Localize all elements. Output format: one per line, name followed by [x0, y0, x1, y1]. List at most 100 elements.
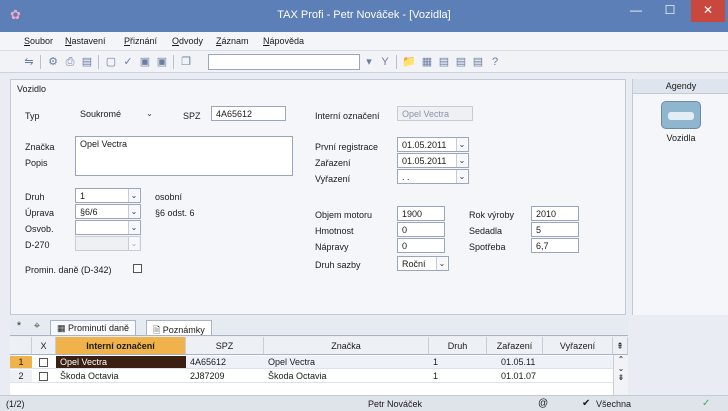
copy-icon[interactable]: ❐ [179, 55, 193, 69]
save-icon[interactable]: ▣ [138, 55, 152, 69]
grid-header-interni[interactable]: Interní označení [56, 337, 186, 355]
row-checkbox-cell[interactable] [32, 370, 56, 383]
tab-prominuti[interactable]: ▦ Prominutí daně [50, 320, 137, 335]
tab-poznamky[interactable]: 🗎 Poznámky [146, 320, 212, 335]
combo-dropdown-icon[interactable]: ▾ [362, 55, 376, 69]
osvob-label: Osvob. [25, 224, 54, 234]
grid-icon[interactable]: ▦ [420, 55, 434, 69]
druh-desc: osobní [155, 192, 183, 202]
agendy-item-vozidla[interactable]: Vozidla [633, 133, 728, 143]
detail-tabs: * ⌖ ▦ Prominutí daně 🗎 Poznámky [10, 318, 628, 336]
d270-select: ⌄ [75, 236, 141, 251]
napravy-input[interactable]: 0 [397, 238, 445, 253]
grid-header-znacka[interactable]: Značka [264, 337, 429, 355]
interni-label: Interní označení [315, 111, 380, 121]
osvob-select[interactable]: ⌄ [75, 220, 141, 235]
maximize-button[interactable]: ☐ [655, 0, 685, 22]
promin-label: Promin. daně (D-342) [25, 265, 112, 275]
grid-rownum-header [10, 337, 32, 355]
menu-zaznam[interactable]: Záznam [216, 36, 249, 46]
sedadla-label: Sedadla [469, 226, 503, 236]
prvni-input[interactable]: 01.05.2011 ⌄ [397, 137, 469, 152]
title-bar: ✿ TAX Profi - Petr Nováček - [Vozidla] —… [0, 0, 728, 32]
save-close-icon[interactable]: ▣ [155, 55, 169, 69]
row-number: 1 [10, 356, 32, 369]
vyrazeni-label: Vyřazení [315, 174, 351, 184]
table-icon[interactable]: ▤ [471, 55, 485, 69]
print-icon[interactable]: ⎙ [63, 55, 77, 69]
table-cell[interactable] [543, 356, 613, 369]
agendy-title: Agendy [633, 79, 728, 94]
print-preview-icon[interactable]: ▤ [80, 55, 94, 69]
grid-scrollbar[interactable]: ⌃ ⌄ ⇟ [613, 355, 628, 395]
filter-icon[interactable]: ⌖ [30, 319, 44, 333]
car-icon[interactable] [661, 101, 701, 129]
table-cell[interactable]: Škoda Octavia [264, 370, 429, 383]
filter-icon[interactable]: Y [378, 55, 392, 69]
grid-header-x[interactable]: X [32, 337, 56, 355]
asterisk-icon[interactable]: * [12, 319, 26, 333]
vyrazeni-input[interactable]: . . ⌄ [397, 169, 469, 184]
grid-header-spz[interactable]: SPZ [186, 337, 264, 355]
prvni-label: První registrace [315, 142, 379, 152]
new-icon[interactable]: ▢ [104, 55, 118, 69]
sedadla-input[interactable]: 5 [531, 222, 579, 237]
status-bar: (1/2) Petr Nováček @ ✔ Všechna ✓ [0, 395, 728, 411]
menu-nastaveni[interactable]: Nastavení [65, 36, 106, 46]
znacka-label: Značka [25, 142, 55, 152]
hmotnost-input[interactable]: 0 [397, 222, 445, 237]
table-cell[interactable]: 1 [429, 370, 487, 383]
record-counter: (1/2) [6, 399, 25, 409]
minimize-button[interactable]: — [621, 0, 651, 22]
grid-header-zarazeni[interactable]: Zařazení [487, 337, 543, 355]
table-cell[interactable]: 01.01.07 [487, 370, 543, 383]
uprava-label: Úprava [25, 208, 55, 218]
list-icon[interactable]: ▤ [454, 55, 468, 69]
help-icon[interactable]: ? [488, 55, 502, 69]
close-button[interactable]: ✕ [691, 0, 725, 22]
menu-odvody[interactable]: Odvody [172, 36, 203, 46]
uprava-select[interactable]: §6/6 ⌄ [75, 204, 141, 219]
grid-header-vyrazeni[interactable]: Vyřazení [543, 337, 613, 355]
menu-priznani[interactable]: Přiznání [124, 36, 157, 46]
checkmark-icon: ✔ [582, 398, 591, 409]
rok-input[interactable]: 2010 [531, 206, 579, 221]
status-filter[interactable]: Všechna [596, 399, 631, 409]
toggle-icon[interactable]: ⇋ [22, 55, 36, 69]
druh-select[interactable]: 1 ⌄ [75, 188, 141, 203]
spotreba-input[interactable]: 6,7 [531, 238, 579, 253]
folder-icon[interactable]: 📁 [402, 55, 416, 69]
row-number: 2 [10, 370, 32, 383]
typ-select[interactable]: Soukromé ⌄ [75, 106, 157, 121]
toolbar: ⇋ ⚙ ⎙ ▤ ▢ ✓ ▣ ▣ ❐ ▾ Y 📁 ▦ ▤ ▤ ▤ ? [0, 51, 728, 73]
table-cell[interactable]: Opel Vectra [56, 356, 186, 369]
menu-soubor[interactable]: Soubor [24, 36, 53, 46]
sazba-label: Druh sazby [315, 260, 361, 270]
vehicle-form: Vozidlo Typ Soukromé ⌄ SPZ 4A65612 Značka… [10, 79, 626, 315]
objem-input[interactable]: 1900 [397, 206, 445, 221]
typ-label: Typ [25, 111, 40, 121]
promin-checkbox[interactable] [133, 264, 142, 273]
confirm-icon[interactable]: ✓ [121, 55, 135, 69]
table-cell[interactable]: 4A65612 [186, 356, 264, 369]
table-cell[interactable]: 01.05.11 [487, 356, 543, 369]
settings-icon[interactable]: ⚙ [46, 55, 60, 69]
table-cell[interactable]: Opel Vectra [264, 356, 429, 369]
scroll-top-icon[interactable]: ⇞ [613, 337, 628, 355]
menu-napoveda[interactable]: Nápověda [263, 36, 304, 46]
table-cell[interactable] [543, 370, 613, 383]
znacka-input[interactable]: Opel Vectra [75, 136, 293, 176]
spz-input[interactable]: 4A65612 [211, 106, 286, 121]
zarazeni-input[interactable]: 01.05.2011 ⌄ [397, 153, 469, 168]
row-checkbox-cell[interactable] [32, 356, 56, 369]
table-cell[interactable]: 1 [429, 356, 487, 369]
uprava-desc: §6 odst. 6 [155, 208, 195, 218]
spotreba-label: Spotřeba [469, 242, 506, 252]
table-cell[interactable]: Škoda Octavia [56, 370, 186, 383]
search-combo[interactable] [208, 54, 360, 70]
table-cell[interactable]: 2J87209 [186, 370, 264, 383]
grid-header-druh[interactable]: Druh [429, 337, 487, 355]
sazba-select[interactable]: Roční ⌄ [397, 256, 449, 271]
popis-label: Popis [25, 158, 48, 168]
form-icon[interactable]: ▤ [437, 55, 451, 69]
